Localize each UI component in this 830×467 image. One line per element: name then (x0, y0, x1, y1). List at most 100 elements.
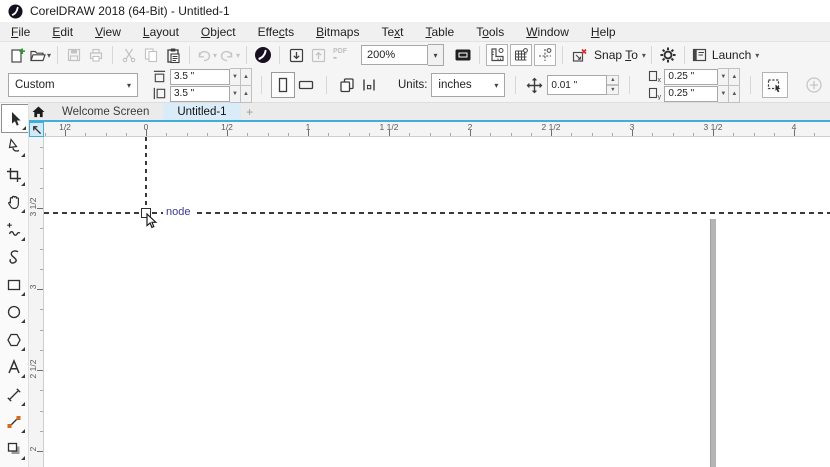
undo-button[interactable]: ▾ (196, 44, 217, 66)
open-button[interactable]: ▾ (29, 44, 51, 66)
all-pages-icon (338, 76, 356, 94)
polygon-tool[interactable] (1, 327, 27, 353)
paste-icon (165, 47, 182, 64)
menu-edit[interactable]: Edit (41, 23, 84, 41)
menu-tools[interactable]: Tools (465, 23, 515, 41)
save-button[interactable] (64, 44, 84, 66)
show-rulers-button[interactable] (486, 44, 508, 66)
search-content-button[interactable] (253, 44, 273, 66)
crop-tool[interactable] (1, 162, 27, 188)
publish-pdf-button[interactable]: PDF▪▪ (330, 44, 350, 66)
snap-to-dropdown-arrow[interactable]: ▾ (642, 51, 646, 60)
mouse-cursor-icon (146, 213, 159, 229)
pick-tool[interactable] (1, 104, 29, 133)
page-height-icon (152, 86, 167, 101)
ellipse-tool[interactable] (1, 299, 27, 325)
launcher-button[interactable]: Launch ▾ (691, 44, 759, 66)
all-pages-button[interactable] (337, 74, 357, 96)
nudge-distance-field[interactable] (547, 75, 607, 95)
tab-welcome-screen[interactable]: Welcome Screen (48, 103, 163, 120)
menu-file[interactable]: File (0, 23, 41, 41)
paste-button[interactable] (163, 44, 183, 66)
artistic-media-tool[interactable] (1, 244, 27, 270)
page-width-up[interactable]: ▲ (241, 68, 252, 86)
add-plus-icon[interactable] (805, 76, 823, 94)
undo-icon (196, 47, 212, 63)
ruler-tick (531, 133, 532, 136)
redo-dropdown-arrow[interactable]: ▾ (236, 51, 240, 60)
zoom-to-fit-icon (454, 47, 472, 63)
page-height-down[interactable]: ▼ (230, 85, 241, 103)
options-button[interactable] (658, 44, 678, 66)
page-height-up[interactable]: ▲ (241, 85, 252, 103)
units-select[interactable]: inches▾ (431, 73, 505, 97)
snap-off-button[interactable] (569, 44, 589, 66)
cut-button[interactable] (119, 44, 139, 66)
transparency-tool[interactable] (1, 459, 27, 467)
show-guidelines-button[interactable] (534, 44, 556, 66)
page-preset-select[interactable]: Custom▾ (8, 73, 138, 97)
menu-text[interactable]: Text (370, 23, 414, 41)
ruler-label: 2 1/2 (29, 352, 38, 386)
copy-button[interactable] (141, 44, 161, 66)
dup-x-up[interactable]: ▲ (729, 68, 740, 86)
menu-help[interactable]: Help (580, 23, 627, 41)
dup-y-up[interactable]: ▲ (729, 85, 740, 103)
freehand-tool[interactable] (1, 217, 27, 243)
menu-layout[interactable]: Layout (132, 23, 190, 41)
zoom-level-field[interactable]: 200% (361, 45, 428, 65)
pick-tool-icon (8, 111, 23, 127)
shape-tool[interactable] (1, 133, 27, 159)
connector-tool-icon (6, 414, 22, 430)
menu-table[interactable]: Table (415, 23, 466, 41)
page-height-field[interactable] (170, 86, 230, 102)
current-page-button[interactable] (359, 74, 379, 96)
ruler-tick (774, 133, 775, 136)
pan-tool[interactable] (1, 189, 27, 215)
dup-y-down[interactable]: ▼ (718, 85, 729, 103)
undo-dropdown-arrow[interactable]: ▾ (213, 51, 217, 60)
menu-view[interactable]: View (84, 23, 132, 41)
home-button[interactable] (29, 103, 48, 120)
page-width-field[interactable] (170, 69, 230, 85)
dimension-tool[interactable] (1, 382, 27, 408)
portrait-button[interactable] (271, 72, 295, 98)
open-dropdown-arrow[interactable]: ▾ (47, 51, 51, 60)
rectangle-tool-icon (6, 277, 22, 293)
landscape-button[interactable] (295, 73, 317, 97)
launch-dropdown-arrow[interactable]: ▾ (755, 51, 759, 60)
drawing-canvas[interactable]: node (44, 137, 830, 467)
redo-button[interactable]: ▾ (219, 44, 240, 66)
ruler-origin-icon (31, 124, 42, 135)
vertical-ruler[interactable]: 3 1/232 1/22 (29, 137, 44, 467)
ruler-label: 1 1/2 (380, 122, 399, 132)
rectangle-tool[interactable] (1, 272, 27, 298)
nudge-spinner[interactable]: ▲▼ (607, 75, 619, 95)
menu-window[interactable]: Window (515, 23, 580, 41)
menu-bitmaps[interactable]: Bitmaps (305, 23, 370, 41)
full-screen-preview-button[interactable] (453, 44, 473, 66)
export-button[interactable] (308, 44, 328, 66)
connector-tool[interactable] (1, 409, 27, 435)
text-tool[interactable] (1, 354, 27, 380)
menu-effects[interactable]: Effects (247, 23, 305, 41)
snap-to-label[interactable]: Snap To (594, 48, 638, 62)
treat-as-filled-button[interactable] (762, 72, 788, 98)
zoom-dropdown-arrow[interactable]: ▾ (428, 44, 444, 66)
duplicate-y-field[interactable] (664, 86, 718, 102)
ruler-origin-button[interactable] (29, 122, 44, 137)
new-document-button[interactable] (7, 44, 27, 66)
new-document-tab-button[interactable]: + (241, 103, 259, 120)
import-button[interactable] (286, 44, 306, 66)
dup-x-down[interactable]: ▼ (718, 68, 729, 86)
page-size-group: ▼▲ ▼▲ (152, 69, 252, 102)
tab-untitled-1[interactable]: Untitled-1 (163, 103, 240, 120)
duplicate-x-field[interactable] (664, 69, 718, 85)
print-button[interactable] (86, 44, 106, 66)
menu-object[interactable]: Object (190, 23, 247, 41)
show-grid-button[interactable] (510, 44, 532, 66)
page-width-down[interactable]: ▼ (230, 68, 241, 86)
horizontal-ruler[interactable]: 1/201/211 1/222 1/233 1/24 (44, 122, 830, 137)
ruler-label: 1/2 (221, 122, 233, 132)
ruler-tick (268, 133, 269, 136)
